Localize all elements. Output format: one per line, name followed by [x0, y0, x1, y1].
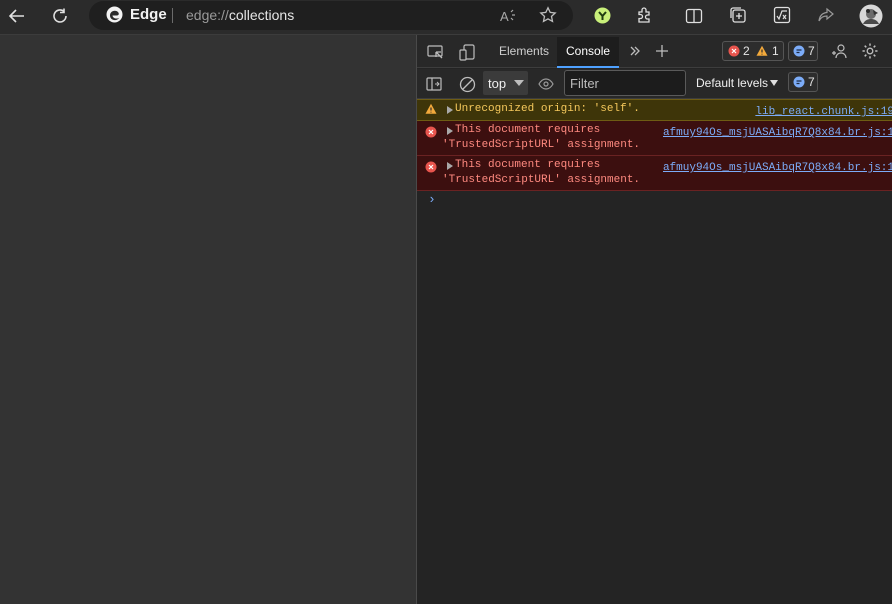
toolbar-messages-counter[interactable]: 7	[788, 72, 818, 92]
message-count-icon	[793, 45, 805, 57]
device-emulation-icon[interactable]	[457, 42, 477, 62]
warning-count: 1	[772, 44, 779, 58]
message-text: Unrecognized origin: 'self'.	[455, 103, 640, 115]
devtools-panel: Elements Console 2 1 7 top Filter Defaul…	[417, 35, 892, 604]
inspect-element-icon[interactable]	[425, 42, 445, 62]
message-text: This document requires	[455, 159, 601, 171]
levels-chevron-down-icon	[770, 80, 778, 86]
back-arrow-icon[interactable]	[6, 5, 28, 27]
source-link[interactable]: afmuy94Os_msjUASAibqR7Q8x84.br.js:1	[663, 127, 892, 139]
error-count: 2	[743, 44, 750, 58]
message-text-continued: 'TrustedScriptURL' assignment.	[442, 174, 641, 186]
extensions-puzzle-icon[interactable]	[634, 4, 656, 26]
edge-logo-icon	[106, 6, 123, 23]
console-messages: Unrecognized origin: 'self'. lib_react.c…	[417, 99, 892, 207]
source-link[interactable]: lib_react.chunk.js:19	[755, 106, 892, 118]
svg-text:A: A	[500, 9, 509, 24]
extension-shield-icon[interactable]	[592, 5, 612, 25]
devtools-tab-bar: Elements Console 2 1 7	[417, 35, 892, 68]
expand-triangle-icon[interactable]	[447, 162, 453, 170]
console-error-message[interactable]: This document requires 'TrustedScriptURL…	[417, 121, 892, 156]
issues-counter[interactable]: 2 1	[722, 41, 784, 61]
url-text[interactable]: edge://collections	[186, 7, 294, 23]
error-icon	[425, 126, 437, 142]
warning-icon	[425, 103, 437, 119]
browser-brand-label: Edge	[130, 6, 167, 23]
settings-gear-icon[interactable]	[860, 41, 880, 61]
source-link[interactable]: afmuy94Os_msjUASAibqR7Q8x84.br.js:1	[663, 162, 892, 174]
console-toolbar: top Default levels 7	[417, 69, 892, 99]
message-text-continued: 'TrustedScriptURL' assignment.	[442, 139, 641, 151]
browser-toolbar: Edge edge://collections A	[0, 0, 892, 35]
add-tab-plus-icon[interactable]	[653, 42, 671, 60]
message-count: 7	[808, 44, 815, 58]
math-solver-icon[interactable]	[771, 4, 793, 26]
message-count-icon	[793, 76, 805, 88]
tab-console[interactable]: Console	[566, 44, 610, 58]
console-error-message[interactable]: This document requires 'TrustedScriptURL…	[417, 156, 892, 191]
read-aloud-icon[interactable]: A	[497, 5, 519, 27]
console-prompt[interactable]: ›	[428, 192, 436, 207]
filter-input[interactable]	[564, 70, 686, 96]
error-icon	[425, 161, 437, 177]
context-label: top	[488, 76, 507, 91]
messages-counter[interactable]: 7	[788, 41, 818, 61]
url-scheme: edge://	[186, 7, 229, 23]
expand-triangle-icon[interactable]	[447, 127, 453, 135]
tab-elements[interactable]: Elements	[499, 44, 549, 58]
share-icon[interactable]	[815, 4, 837, 26]
sidebar-toggle-icon[interactable]	[425, 75, 443, 93]
address-separator	[172, 8, 173, 23]
profile-avatar-icon[interactable]	[858, 3, 884, 29]
tab-console-indicator	[557, 66, 619, 68]
expand-triangle-icon[interactable]	[447, 106, 453, 114]
warning-count-icon	[756, 45, 768, 57]
page-content	[0, 35, 416, 604]
toolbar-message-count: 7	[808, 75, 815, 89]
refresh-icon[interactable]	[49, 5, 71, 27]
clear-console-icon[interactable]	[457, 74, 477, 94]
console-warning-message[interactable]: Unrecognized origin: 'self'. lib_react.c…	[417, 99, 892, 121]
log-levels-dropdown[interactable]: Default levels	[696, 76, 768, 90]
live-expression-eye-icon[interactable]	[536, 74, 556, 94]
error-count-icon	[728, 45, 740, 57]
url-path: collections	[228, 7, 295, 23]
chevron-down-icon	[514, 80, 524, 86]
context-selector[interactable]: top	[483, 71, 528, 95]
split-screen-icon[interactable]	[683, 5, 705, 27]
favorite-star-icon[interactable]	[537, 4, 559, 26]
collections-icon[interactable]	[727, 4, 749, 26]
more-tabs-chevron-icon[interactable]	[627, 42, 643, 60]
message-text: This document requires	[455, 124, 601, 136]
customize-profile-icon[interactable]	[829, 42, 849, 62]
